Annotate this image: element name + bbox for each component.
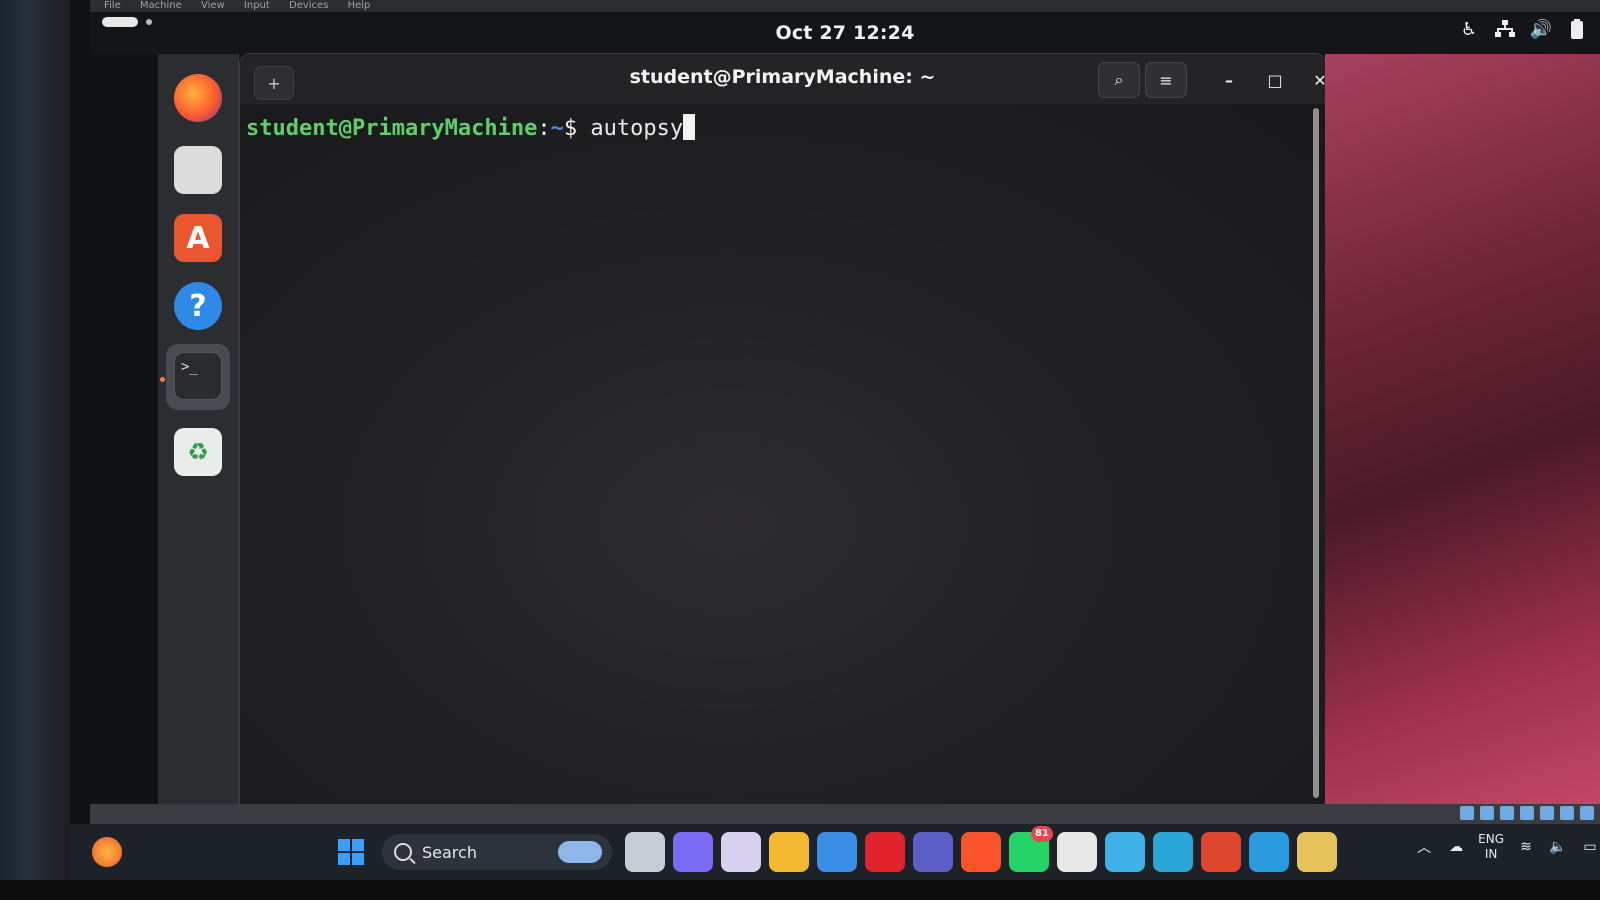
prompt-user: student@PrimaryMachine [246, 116, 538, 141]
accessibility-icon[interactable]: ♿ [1458, 18, 1480, 40]
file-explorer-icon[interactable] [769, 832, 809, 872]
usb-icon[interactable] [1540, 806, 1554, 820]
dock: A ? >_ ♻ [158, 54, 239, 804]
menu-button[interactable]: ≡ [1145, 62, 1187, 98]
ubuntu-top-bar: Oct 27 12:24 ♿ 🔊 [90, 12, 1600, 54]
text-cursor [683, 114, 696, 140]
menu-machine[interactable]: Machine [140, 0, 182, 12]
search-button[interactable]: ⌕ [1098, 62, 1140, 98]
chrome-icon[interactable] [1201, 832, 1241, 872]
chevron-up-icon[interactable]: ︿ [1414, 837, 1434, 857]
maximize-button[interactable]: □ [1261, 66, 1289, 94]
activities-button[interactable] [102, 17, 138, 27]
battery-icon[interactable]: ▭ [1580, 837, 1600, 857]
menu-devices[interactable]: Devices [289, 0, 328, 12]
hdd-icon[interactable] [1460, 806, 1474, 820]
vs-icon[interactable] [1153, 832, 1193, 872]
network-icon[interactable] [1494, 18, 1516, 40]
prompt-path: ~ [550, 116, 564, 141]
hamburger-menu-icon: ≡ [1159, 70, 1173, 90]
yahoo-mail-icon[interactable] [721, 832, 761, 872]
menu-input[interactable]: Input [244, 0, 270, 12]
menu-view[interactable]: View [201, 0, 225, 12]
desktop-wallpaper [1325, 54, 1600, 804]
display-icon[interactable] [1580, 806, 1594, 820]
ms-store-icon[interactable] [817, 832, 857, 872]
vm-status-bar [90, 804, 1600, 824]
weather-icon[interactable] [92, 837, 122, 867]
prompt-separator: : [537, 116, 551, 141]
workspace-indicator [146, 19, 152, 25]
edge-icon[interactable] [1249, 832, 1289, 872]
search-label: Search [422, 842, 477, 862]
speaker-icon[interactable]: 🔈 [1548, 837, 1568, 857]
menu-help[interactable]: Help [348, 0, 371, 12]
running-indicator [160, 377, 165, 382]
typed-command: autopsy [590, 116, 684, 141]
pinned-apps: 81 [625, 826, 1337, 872]
background [0, 0, 70, 900]
system-tray[interactable]: ♿ 🔊 [1458, 18, 1588, 40]
copilot-icon[interactable] [673, 832, 713, 872]
brave-icon[interactable] [961, 832, 1001, 872]
notepad-icon[interactable] [1105, 832, 1145, 872]
language-code: ENG [1478, 832, 1504, 846]
notification-badge: 81 [1031, 826, 1053, 842]
volume-icon[interactable]: 🔊 [1530, 18, 1552, 40]
onedrive-icon[interactable]: ☁ [1446, 837, 1466, 857]
scrollbar[interactable] [1313, 108, 1319, 798]
help-icon[interactable]: ? [174, 282, 222, 330]
search-icon [394, 843, 412, 861]
terminal-window[interactable]: + student@PrimaryMachine: ~ ⌕ ≡ – □ ✕ st… [240, 54, 1325, 804]
teams-icon[interactable] [913, 832, 953, 872]
network-adapter-icon[interactable] [1520, 806, 1534, 820]
virtualbox-icon[interactable] [1297, 832, 1337, 872]
monitor-bezel [0, 880, 1600, 900]
search-highlight-icon [558, 841, 602, 863]
audio-icon[interactable] [1500, 806, 1514, 820]
shared-folder-icon[interactable] [1560, 806, 1574, 820]
terminal-output[interactable]: student@PrimaryMachine:~$ autopsy [240, 104, 1325, 804]
whatsapp-icon[interactable]: 81 [1009, 826, 1053, 872]
wifi-icon[interactable]: ≋ [1516, 837, 1536, 857]
language-indicator[interactable]: ENG IN [1478, 832, 1504, 862]
taskbar-tray: ︿ ☁ ENG IN ≋ 🔈 ▭ [1414, 832, 1600, 862]
taskbar-search[interactable]: Search [382, 834, 612, 870]
minimize-button[interactable]: – [1215, 66, 1243, 94]
firefox-icon[interactable] [174, 74, 222, 122]
files-icon[interactable] [174, 146, 222, 194]
command-line[interactable]: student@PrimaryMachine:~$ autopsy [246, 114, 696, 141]
start-button[interactable] [338, 839, 364, 865]
vm-menubar: File Machine View Input Devices Help [90, 0, 1600, 12]
windows-logo-icon [338, 839, 350, 851]
close-button[interactable]: ✕ [1306, 66, 1325, 94]
menu-file[interactable]: File [104, 0, 121, 12]
battery-icon[interactable] [1566, 18, 1588, 40]
task-view-icon[interactable] [625, 832, 665, 872]
prompt-symbol: $ [563, 116, 591, 141]
app-center-icon[interactable]: A [174, 214, 222, 262]
region-code: IN [1484, 847, 1498, 861]
trash-icon[interactable]: ♻ [174, 428, 222, 476]
windows-taskbar: Search 81 ︿ ☁ ENG IN ≋ 🔈 ▭ [70, 824, 1600, 880]
clock[interactable]: Oct 27 12:24 [90, 22, 1600, 44]
opera-icon[interactable] [865, 832, 905, 872]
vm-status-icons [1460, 806, 1594, 820]
optical-drive-icon[interactable] [1480, 806, 1494, 820]
terminal-icon[interactable]: >_ [174, 352, 222, 400]
search-icon: ⌕ [1114, 70, 1124, 89]
threads-icon[interactable] [1057, 832, 1097, 872]
terminal-headerbar[interactable]: + student@PrimaryMachine: ~ ⌕ ≡ – □ ✕ [240, 54, 1325, 105]
